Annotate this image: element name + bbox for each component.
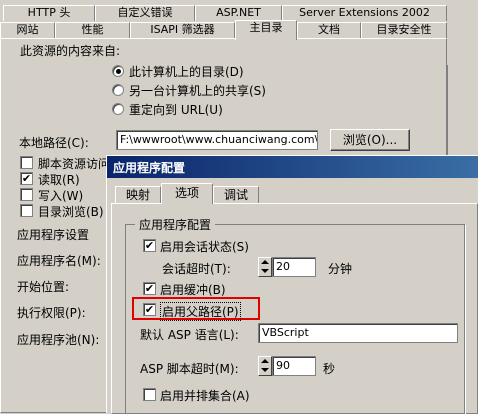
- tab-label: 主目录: [249, 21, 283, 34]
- tab-options[interactable]: 选项: [161, 183, 213, 204]
- checkbox-directory-browsing-label: 目录浏览(B): [38, 205, 104, 219]
- content-source-label: 此资源的内容来自:: [20, 44, 121, 58]
- enable-session-state-label: 启用会话状态(S): [160, 240, 249, 254]
- asp-timeout-spinner[interactable]: [258, 356, 272, 376]
- tab-label: 性能: [81, 23, 104, 36]
- app-pool-label: 应用程序池(N):: [17, 333, 100, 347]
- checkbox-enable-buffering[interactable]: ✔: [143, 282, 156, 295]
- tab-label: Server Extensions 2002: [299, 6, 430, 19]
- tab-label: HTTP 头: [27, 6, 71, 19]
- spin-down-icon[interactable]: [261, 269, 269, 273]
- radio-local-directory[interactable]: [112, 65, 124, 77]
- app-name-label: 应用程序名(M):: [17, 254, 101, 268]
- radio-network-share[interactable]: [112, 84, 124, 96]
- tab-label: 网站: [16, 23, 39, 36]
- checkbox-read[interactable]: ✔: [20, 172, 33, 185]
- spin-down-icon[interactable]: [261, 368, 269, 372]
- checkbox-script-source-access-label: 脚本资源访问: [38, 157, 111, 171]
- tab-isapi-filters[interactable]: ISAPI 筛选器: [130, 22, 235, 38]
- asp-timeout-input[interactable]: 90: [272, 356, 316, 376]
- checkbox-enable-session-state[interactable]: ✔: [143, 239, 156, 252]
- app-config-dialog: 应用程序配置 映射 选项 调试 应用程序配置 ✔ 启用会话状态(S) 会话超时(…: [106, 155, 478, 414]
- default-asp-language-label: 默认 ASP 语言(L):: [140, 328, 239, 342]
- spin-up-icon[interactable]: [261, 260, 269, 264]
- tab-documents[interactable]: 文档: [297, 22, 361, 38]
- check-mark: ✔: [144, 303, 155, 316]
- tab-label: 选项: [174, 186, 199, 200]
- tab-debugging[interactable]: 调试: [213, 186, 259, 203]
- enable-side-by-side-label: 启用并排集合(A): [160, 389, 250, 403]
- checkbox-script-source-access[interactable]: [20, 156, 33, 169]
- tab-directory-security[interactable]: 目录安全性: [361, 22, 447, 38]
- minutes-label: 分钟: [328, 262, 353, 276]
- dialog-title-bar[interactable]: 应用程序配置: [107, 156, 478, 178]
- radio-redirect-url[interactable]: [112, 103, 124, 115]
- checkbox-read-label: 读取(R): [38, 173, 80, 187]
- dialog-title: 应用程序配置: [113, 161, 186, 175]
- radio-local-directory-label: 此计算机上的目录(D): [129, 65, 244, 79]
- local-path-input[interactable]: F:\wwwroot\www.chuanciwang.com\ww: [116, 130, 318, 150]
- check-mark: ✔: [21, 172, 32, 185]
- tab-label: 调试: [223, 188, 248, 202]
- session-timeout-label: 会话超时(T):: [162, 262, 231, 276]
- checkbox-enable-parent-paths[interactable]: ✔: [143, 303, 156, 316]
- radio-redirect-url-label: 重定向到 URL(U): [129, 103, 223, 117]
- tab-website[interactable]: 网站: [0, 22, 55, 38]
- tab-label: 映射: [125, 188, 150, 202]
- check-mark: ✔: [144, 282, 155, 295]
- check-mark: ✔: [144, 239, 155, 252]
- tab-label: 文档: [318, 23, 340, 36]
- session-timeout-input[interactable]: 20: [272, 257, 316, 277]
- checkbox-directory-browsing[interactable]: [20, 204, 33, 217]
- session-timeout-spinner[interactable]: [258, 257, 272, 277]
- enable-buffering-label: 启用缓冲(B): [160, 283, 226, 297]
- start-point-label: 开始位置:: [17, 280, 70, 294]
- browse-button[interactable]: 浏览(O)...: [330, 129, 410, 151]
- app-config-group-label: 应用程序配置: [135, 216, 216, 233]
- asp-script-timeout-label: ASP 脚本超时(M):: [140, 362, 239, 376]
- tab-performance[interactable]: 性能: [55, 22, 130, 38]
- radio-dot: [116, 69, 121, 74]
- app-settings-label: 应用程序设置: [17, 228, 90, 242]
- tab-mappings[interactable]: 映射: [115, 186, 161, 203]
- tab-home-directory[interactable]: 主目录: [235, 20, 297, 40]
- spin-up-icon[interactable]: [261, 359, 269, 363]
- tab-http-headers[interactable]: HTTP 头: [3, 5, 95, 21]
- radio-network-share-label: 另一台计算机上的共享(S): [129, 84, 266, 98]
- tab-aspnet[interactable]: ASP.NET: [195, 5, 282, 21]
- checkbox-write[interactable]: [20, 188, 33, 201]
- tab-label: 自定义错误: [117, 6, 173, 19]
- tab-server-extensions[interactable]: Server Extensions 2002: [282, 5, 447, 21]
- tab-label: ASP.NET: [216, 6, 261, 19]
- checkbox-enable-side-by-side[interactable]: [143, 388, 156, 401]
- seconds-label: 秒: [323, 362, 336, 376]
- tab-custom-errors[interactable]: 自定义错误: [95, 5, 195, 21]
- default-asp-language-input[interactable]: VBScript: [258, 323, 458, 343]
- local-path-label: 本地路径(C):: [19, 136, 89, 150]
- checkbox-write-label: 写入(W): [38, 189, 84, 203]
- enable-parent-paths-label: 启用父路径(P): [160, 302, 241, 321]
- tab-label: 目录安全性: [376, 23, 432, 36]
- tab-label: ISAPI 筛选器: [150, 23, 215, 36]
- exec-permissions-label: 执行权限(P):: [17, 306, 86, 320]
